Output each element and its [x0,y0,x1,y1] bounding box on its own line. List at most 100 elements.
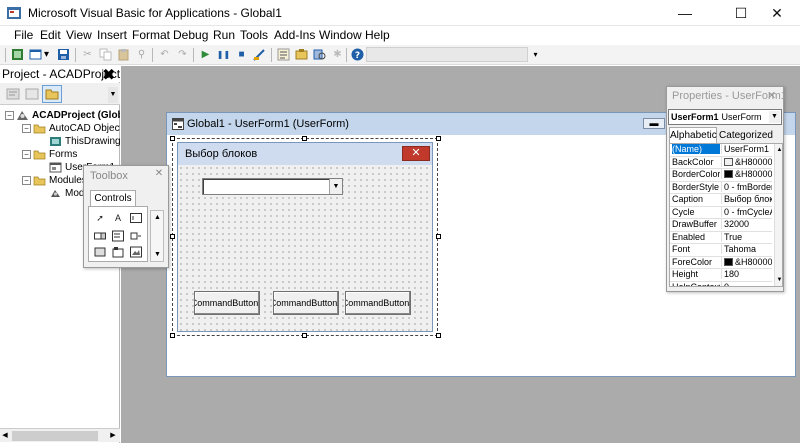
toggle-folders-button[interactable] [42,85,62,103]
scroll-up-icon[interactable]: ▲ [152,212,163,223]
menu-add-ins[interactable]: Add-Ins [274,28,315,42]
toolbar-options-button[interactable]: ▾ [528,47,543,62]
property-value[interactable]: UserForm1 [721,144,772,154]
object-selector-combobox[interactable]: UserForm1 UserForm ▼ [668,109,782,125]
menu-insert[interactable]: Insert [97,28,127,42]
design-mode-button[interactable] [252,47,267,62]
scroll-thumb[interactable] [12,431,98,441]
tree-item-thisdrawing[interactable]: ThisDrawing [49,135,120,148]
resize-handle-nw[interactable] [170,136,175,141]
project-explorer-button[interactable] [276,47,291,62]
scroll-down-icon[interactable]: ▼ [152,249,163,260]
close-button[interactable]: ✕ [754,0,800,26]
property-value[interactable]: Выбор блоков [721,194,772,204]
label-tool-icon[interactable]: A [111,211,125,225]
chevron-down-icon[interactable]: ▼ [769,111,780,123]
resize-handle-se[interactable] [436,333,441,338]
properties-close-button[interactable]: ✕ [767,89,776,102]
command-button-3[interactable]: CommandButton3 [345,291,411,315]
resize-handle-ne[interactable] [436,136,441,141]
property-row[interactable]: BackColor&H8000000F& [670,156,772,169]
collapse-icon[interactable]: − [22,150,31,159]
view-code-icon[interactable] [5,86,21,102]
tree-item-autocad-objects[interactable]: − AutoCAD Objects [22,122,120,135]
userform-design-grid[interactable]: ▼ CommandButton1 CommandButton2 CommandB… [178,165,432,331]
help-button[interactable]: ? [350,47,365,62]
checkbox-tool-icon[interactable] [129,229,143,243]
paste-button[interactable] [116,47,131,62]
copy-button[interactable] [98,47,113,62]
property-row[interactable]: BorderStyle 0 - fmBorderStyleNone [670,181,772,194]
property-value[interactable]: 32000 [721,219,772,229]
menu-run[interactable]: Run [213,28,235,42]
break-button[interactable]: ❚❚ [216,47,231,62]
toolbox-button[interactable]: ✱ [330,47,345,62]
properties-tab-alphabetic[interactable]: Alphabetic [669,127,717,143]
property-row[interactable]: DrawBuffer 32000 [670,219,772,232]
property-row[interactable]: Cycle 0 - fmCycleAllForms [670,206,772,219]
redo-button[interactable]: ↷ [175,47,190,62]
property-value[interactable]: &H80000012& [721,169,772,179]
property-value[interactable]: &H8000000F& [721,156,772,167]
resize-handle-s[interactable] [302,333,307,338]
resize-handle-sw[interactable] [170,333,175,338]
property-row[interactable]: Enabled True [670,231,772,244]
tree-item-modules[interactable]: − Modules [22,174,87,187]
combobox-dropdown-button[interactable]: ▼ [329,179,342,194]
property-value[interactable]: True [721,231,772,242]
scroll-up-icon[interactable]: ▲ [775,145,782,155]
property-value[interactable]: Tahoma [721,244,772,254]
command-button-1[interactable]: CommandButton1 [194,291,260,315]
menu-format[interactable]: Format [132,28,170,42]
property-row[interactable]: Caption Выбор блоков [670,194,772,207]
image-tool-icon[interactable] [129,245,143,259]
userform[interactable]: Выбор блоков ✕ ▼ CommandButton1 CommandB… [177,142,433,332]
menu-edit[interactable]: Edit [40,28,61,42]
properties-tab-categorized[interactable]: Categorized [719,128,773,143]
find-button[interactable]: ⚲ [134,47,149,62]
property-row[interactable]: ForeColor&H80000012& [670,256,772,269]
run-button[interactable]: ▶ [198,47,213,62]
scroll-right-icon[interactable]: ▶ [108,430,118,442]
project-toolbar-scroll[interactable]: ▼ [108,87,118,103]
properties-scrollbar[interactable]: ▲ ▼ [774,144,782,286]
scroll-left-icon[interactable]: ◀ [0,430,10,442]
menu-file[interactable]: File [14,28,33,42]
combobox-control[interactable]: ▼ [202,178,343,195]
listbox-tool-icon[interactable] [111,229,125,243]
property-row[interactable]: HelpContextID 0 [670,281,772,286]
property-value[interactable]: 180 [721,269,772,279]
cut-button[interactable]: ✂ [80,47,95,62]
property-value[interactable]: 0 - fmCycleAllForms [721,206,772,217]
collapse-icon[interactable]: − [5,111,14,120]
property-row[interactable]: (Name) UserForm1 [670,144,772,157]
designer-minimize-button[interactable]: ▬ [643,118,665,129]
save-button[interactable] [56,47,71,62]
view-host-button[interactable] [10,47,25,62]
object-browser-button[interactable] [312,47,327,62]
project-horizontal-scrollbar[interactable]: ◀ ▶ [0,428,120,442]
menu-view[interactable]: View [66,28,92,42]
combobox-tool-icon[interactable] [93,229,107,243]
userform-close-button[interactable]: ✕ [402,146,430,161]
tree-item-forms[interactable]: − Forms [22,148,77,161]
textbox-tool-icon[interactable] [129,211,143,225]
collapse-icon[interactable]: − [22,176,31,185]
resize-handle-w[interactable] [170,234,175,239]
property-row[interactable]: BorderColor&H80000012& [670,169,772,182]
frame-tool-icon[interactable] [111,245,125,259]
command-button-2[interactable]: CommandButton2 [273,291,339,315]
scroll-down-icon[interactable]: ▼ [775,275,782,285]
property-value[interactable]: 0 - fmBorderStyleNone [721,181,772,192]
property-row[interactable]: Font Tahoma [670,244,772,257]
reset-button[interactable]: ■ [234,47,249,62]
toolbox-scrollbar[interactable]: ▲ ▼ [150,210,164,262]
collapse-icon[interactable]: − [22,124,31,133]
toolbox-close-button[interactable]: ✕ [152,168,166,182]
view-object-icon[interactable] [24,86,40,102]
togglebutton-tool-icon[interactable] [93,245,107,259]
minimize-button[interactable]: — [662,0,708,26]
insert-dropdown-button[interactable]: ▾ [42,47,51,62]
property-value[interactable]: 0 [721,281,772,286]
property-value[interactable]: &H80000012& [721,256,772,267]
